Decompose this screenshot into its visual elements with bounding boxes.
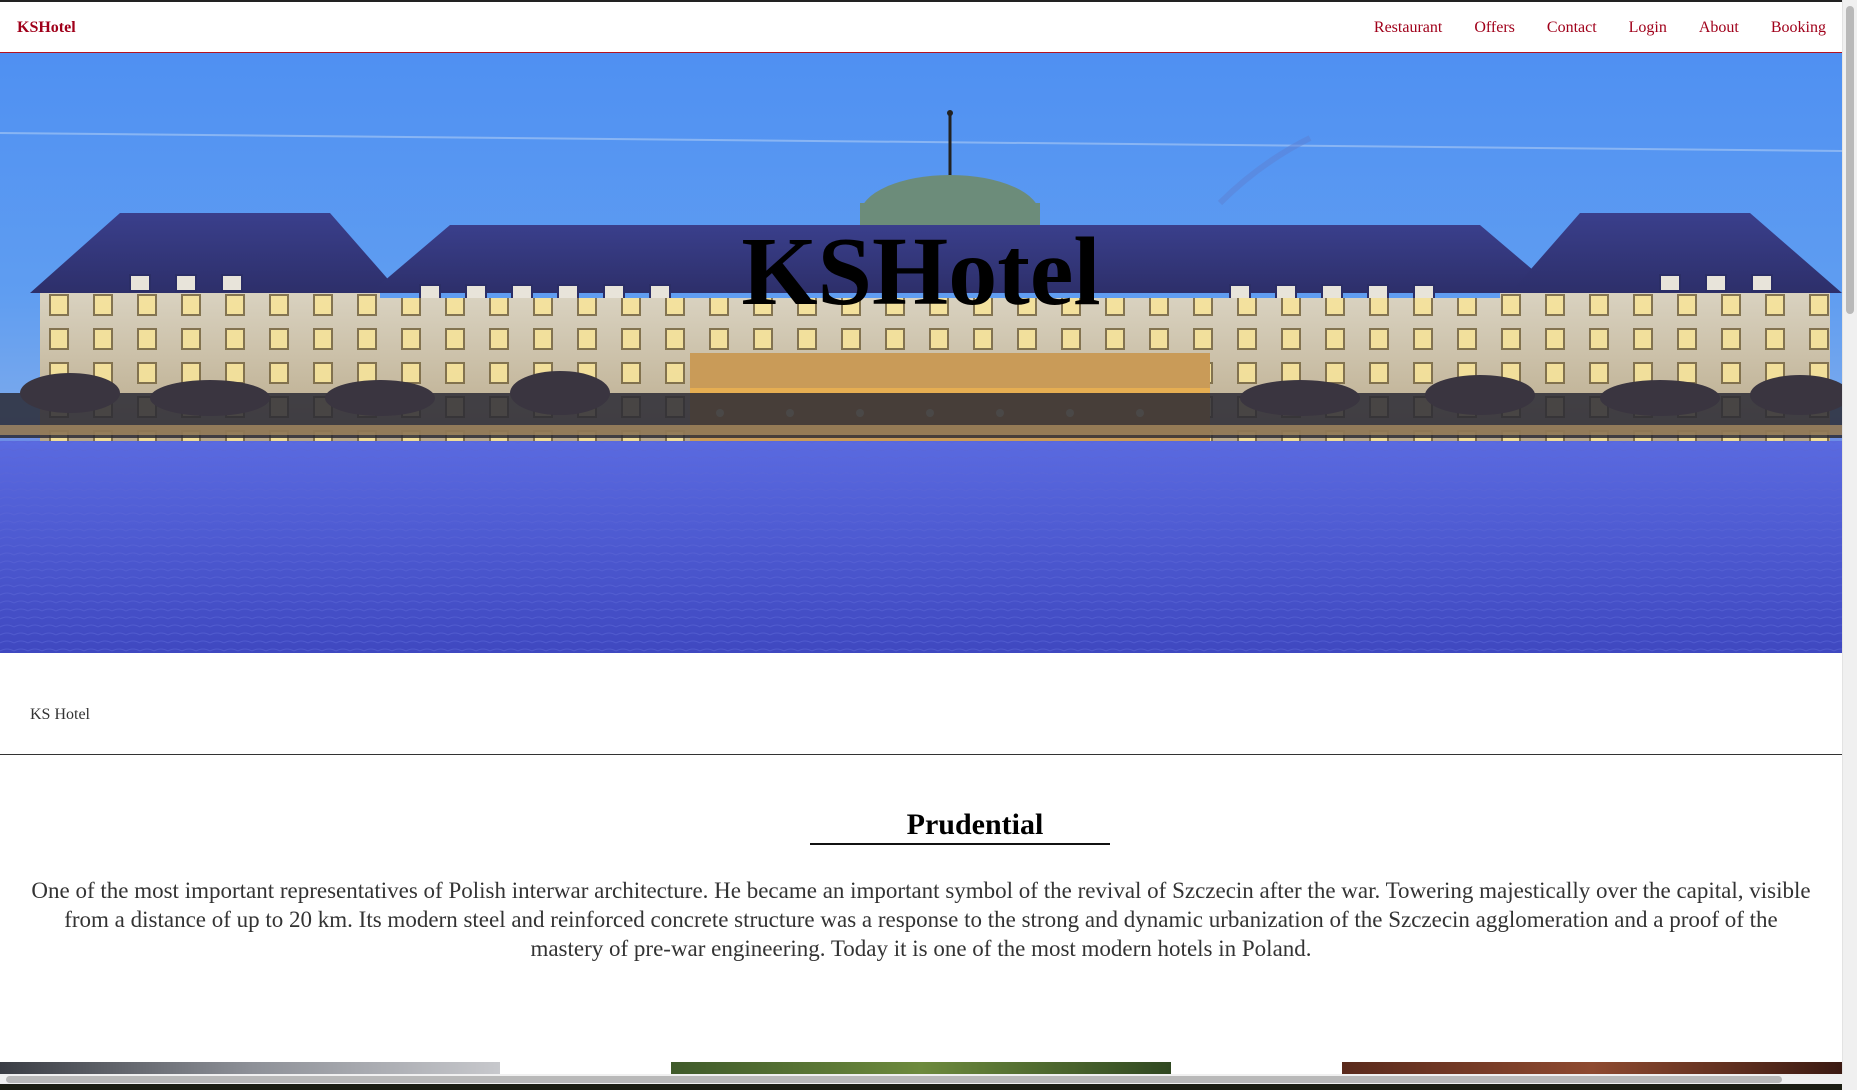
vertical-scrollbar-thumb[interactable]: [1846, 6, 1854, 314]
nav-link-restaurant[interactable]: Restaurant: [1374, 19, 1442, 37]
hotel-illustration: [0, 110, 1842, 653]
nav-link-contact[interactable]: Contact: [1547, 19, 1597, 37]
nav-links: Restaurant Offers Contact Login About Bo…: [1342, 19, 1826, 37]
section-heading-container: Prudential: [810, 805, 1110, 845]
gallery-image-1[interactable]: [0, 1062, 500, 1074]
section-heading: Prudential: [906, 808, 1044, 841]
nav-link-about[interactable]: About: [1699, 19, 1739, 37]
nav-link-booking[interactable]: Booking: [1771, 19, 1826, 37]
brand-link[interactable]: KSHotel: [17, 19, 76, 37]
hero-title: KSHotel: [741, 218, 1101, 326]
vertical-scrollbar[interactable]: [1842, 0, 1857, 1074]
nav-link-offers[interactable]: Offers: [1474, 19, 1515, 37]
nav-link-login[interactable]: Login: [1629, 19, 1667, 37]
horizontal-scrollbar-thumb[interactable]: [6, 1076, 1782, 1083]
scrollbar-corner: [1842, 1074, 1857, 1090]
horizontal-scrollbar[interactable]: [0, 1074, 1842, 1090]
navbar: KSHotel Restaurant Offers Contact Login …: [0, 0, 1842, 53]
gallery-image-3[interactable]: [1342, 1062, 1842, 1074]
gallery-image-2[interactable]: [671, 1062, 1171, 1074]
about-paragraph: One of the most important representative…: [31, 878, 1811, 961]
hero-caption: KS Hotel: [30, 706, 90, 723]
section-divider: [0, 754, 1842, 755]
page: KSHotel Restaurant Offers Contact Login …: [0, 0, 1842, 1074]
browser-viewport: KSHotel Restaurant Offers Contact Login …: [0, 0, 1857, 1090]
hero-banner: KSHotel: [0, 53, 1842, 653]
